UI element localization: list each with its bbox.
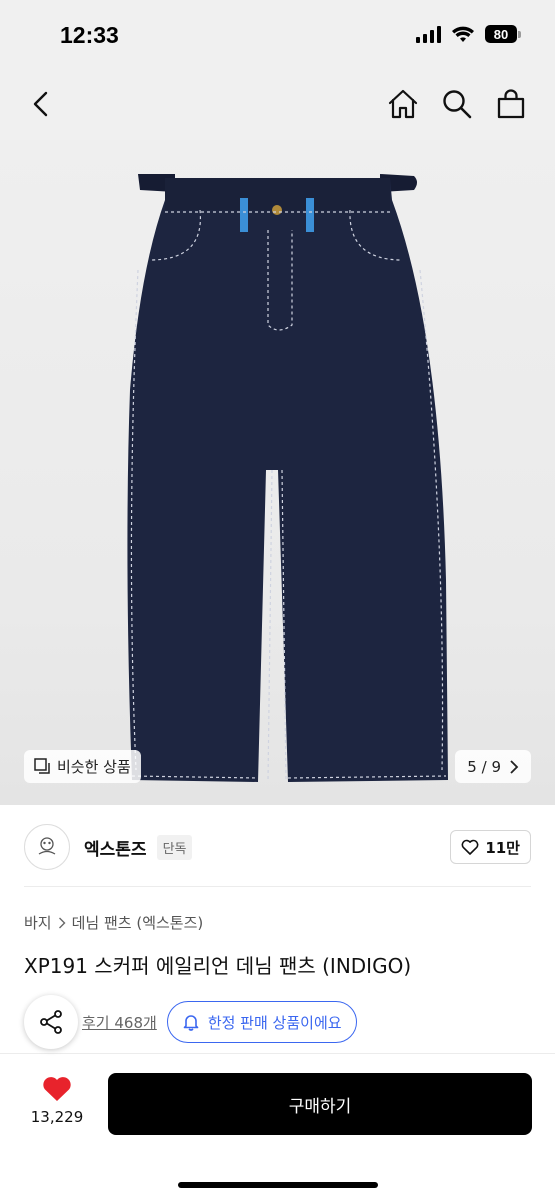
heart-outline-icon [461, 839, 479, 855]
page-total: 9 [491, 757, 501, 776]
brand-like-button[interactable]: 11만 [450, 830, 531, 864]
top-nav [0, 70, 555, 140]
similar-products-label: 비슷한 상품 [57, 758, 131, 776]
status-time: 12:33 [60, 22, 119, 48]
search-icon[interactable] [441, 88, 473, 120]
review-row: 후기 468개 한정 판매 상품이에요 [24, 995, 357, 1049]
bell-icon [183, 1015, 199, 1031]
brand-logo[interactable] [24, 824, 70, 870]
page-separator: / [481, 757, 487, 776]
chevron-right-icon [58, 917, 66, 928]
battery-level: 80 [485, 25, 517, 43]
breadcrumb-subcategory[interactable]: 데님 팬츠 (엑스톤즈) [72, 912, 204, 933]
similar-products-button[interactable]: 비슷한 상품 [24, 750, 141, 783]
status-bar: 12:33 80 [0, 0, 555, 70]
exclusive-badge: 단독 [156, 834, 193, 860]
limited-sale-label: 한정 판매 상품이에요 [207, 1013, 342, 1032]
home-indicator [178, 1182, 378, 1188]
wishlist-button[interactable]: 13,229 [26, 1076, 88, 1126]
product-title: XP191 스커퍼 에일리언 데님 팬츠 (INDIGO) [24, 954, 412, 978]
brand-row: 엑스톤즈 단독 11만 [24, 820, 531, 874]
chevron-right-icon [510, 759, 519, 774]
home-icon[interactable] [387, 88, 419, 120]
review-link[interactable]: 후기 468개 [82, 1012, 157, 1033]
battery-icon: 80 [485, 25, 521, 43]
copy-icon [34, 758, 50, 774]
gallery-page-indicator[interactable]: 5 / 9 [455, 750, 531, 783]
wifi-icon [452, 26, 474, 42]
product-image-gallery[interactable]: 비슷한 상품 5 / 9 [0, 140, 555, 805]
chevron-left-icon[interactable] [26, 88, 58, 120]
limited-sale-badge[interactable]: 한정 판매 상품이에요 [166, 1001, 357, 1043]
share-icon [40, 1010, 62, 1034]
divider [24, 886, 531, 887]
heart-filled-icon [43, 1077, 71, 1101]
product-image [127, 174, 448, 783]
page-current: 5 [467, 757, 477, 776]
wishlist-count: 13,229 [30, 1108, 84, 1126]
breadcrumb: 바지 데님 팬츠 (엑스톤즈) [24, 912, 203, 933]
status-indicators: 80 [416, 25, 521, 43]
brand-logo-icon [38, 837, 56, 855]
share-button[interactable] [24, 995, 78, 1049]
shopping-bag-icon[interactable] [495, 88, 527, 120]
buy-button[interactable]: 구매하기 [108, 1073, 532, 1135]
bottom-action-bar: 13,229 구매하기 [0, 1053, 555, 1200]
brand-name[interactable]: 엑스톤즈 [84, 835, 147, 860]
brand-like-count: 11만 [485, 838, 520, 857]
breadcrumb-category[interactable]: 바지 [24, 912, 52, 933]
cellular-signal-icon [416, 25, 441, 43]
